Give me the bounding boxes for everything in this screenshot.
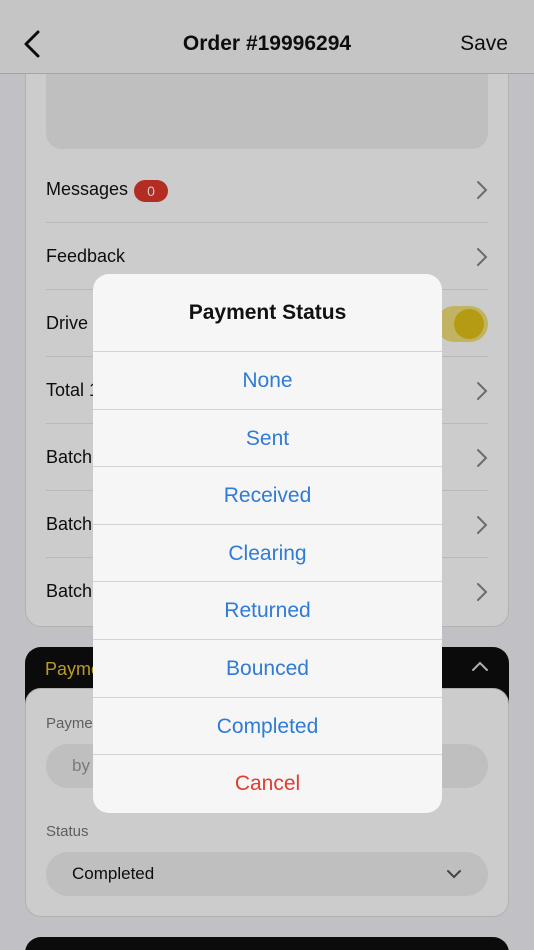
option-clearing[interactable]: Clearing — [93, 525, 442, 583]
sheet-title: Payment Status — [93, 274, 442, 352]
option-none[interactable]: None — [93, 352, 442, 410]
option-completed[interactable]: Completed — [93, 698, 442, 756]
option-received[interactable]: Received — [93, 467, 442, 525]
payment-status-sheet: Payment Status None Sent Received Cleari… — [93, 274, 442, 813]
cancel-button[interactable]: Cancel — [93, 755, 442, 813]
option-returned[interactable]: Returned — [93, 582, 442, 640]
option-sent[interactable]: Sent — [93, 410, 442, 468]
option-bounced[interactable]: Bounced — [93, 640, 442, 698]
